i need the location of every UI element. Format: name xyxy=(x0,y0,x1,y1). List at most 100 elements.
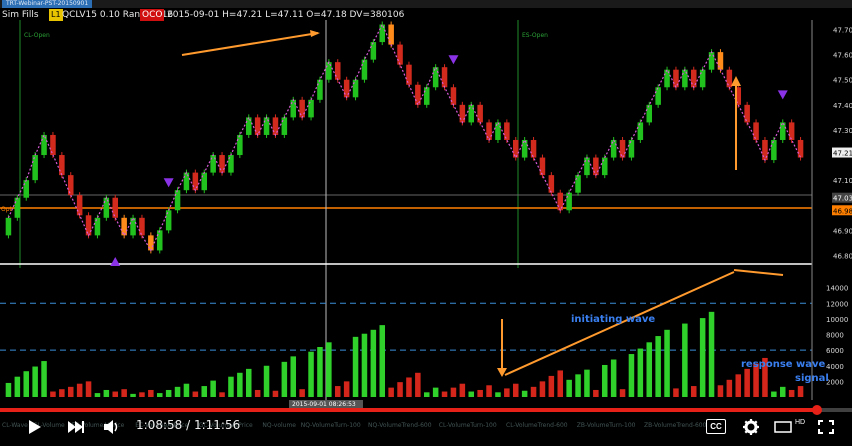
buy-signal-marker xyxy=(110,257,121,266)
price-bar xyxy=(521,139,528,158)
price-bar xyxy=(771,139,777,161)
volume-bar xyxy=(655,336,661,397)
price-bar xyxy=(59,155,65,176)
next-button[interactable] xyxy=(64,414,88,440)
volume-bar xyxy=(744,368,750,397)
volume-button[interactable] xyxy=(101,414,123,440)
sell-signal-marker xyxy=(163,178,174,188)
volume-bar xyxy=(245,368,252,397)
hd-badge: HD xyxy=(795,419,806,426)
volume-bar xyxy=(628,354,635,397)
price-axis-tick: 47.21 xyxy=(833,150,852,158)
volume-bar xyxy=(14,376,21,397)
es-open-label: ES-Open xyxy=(522,32,548,39)
price-bar xyxy=(566,192,572,211)
volume-bar xyxy=(566,379,572,397)
volume-bar xyxy=(557,370,564,397)
price-bar xyxy=(655,87,661,105)
volume-bar xyxy=(495,392,501,397)
volume-bar xyxy=(717,385,724,397)
volume-bar xyxy=(343,381,350,397)
price-bar xyxy=(237,134,243,156)
price-axis-tick: 47.60 xyxy=(833,52,852,60)
price-bar xyxy=(334,62,341,80)
price-bar xyxy=(423,87,430,105)
price-bar xyxy=(548,175,555,193)
volume-bar xyxy=(103,389,110,397)
sell-signal-marker xyxy=(777,90,788,100)
progress-bar[interactable] xyxy=(0,405,852,415)
reversal-arrow-head xyxy=(731,76,741,86)
volume-bar xyxy=(797,386,804,397)
volume-axis: 1400012000100008000600040002000 xyxy=(826,285,848,387)
volume-bar xyxy=(521,390,528,397)
level-line-label: Opt xyxy=(1,206,13,213)
volume-bar xyxy=(575,374,581,397)
volume-bar xyxy=(459,383,466,397)
volume-bar xyxy=(699,318,706,397)
volume-bar xyxy=(237,372,243,397)
volume-bar xyxy=(148,389,154,397)
sell-signal-marker xyxy=(448,55,459,65)
captions-button[interactable]: CC xyxy=(706,419,726,434)
volume-bar xyxy=(788,389,795,397)
volume-bar xyxy=(673,388,679,397)
response-wave-label: response wave xyxy=(741,359,826,370)
settings-button[interactable] xyxy=(740,414,762,440)
wave-line xyxy=(7,23,802,252)
response-wave-line xyxy=(733,269,784,276)
price-volume-chart[interactable]: 47.70 47.60 47.50 47.40 47.30 47.21 47.10 47.03… xyxy=(0,0,852,408)
volume-bar xyxy=(112,391,119,397)
volume-bar xyxy=(50,391,56,397)
time-display: 1:08:58 / 1:11:56 xyxy=(136,418,240,432)
trend-arrow-line xyxy=(181,32,319,56)
volume-bar xyxy=(263,365,270,397)
trend-arrow-head xyxy=(310,30,320,37)
theater-mode-button[interactable] xyxy=(772,414,794,440)
video-frame[interactable]: TRT-Webinar-PST-20150901 Sim Fills L1 QC… xyxy=(0,0,852,446)
volume-bar xyxy=(477,389,483,397)
crosshair-date-label: 2015-09-01 08:26:53 xyxy=(292,401,356,408)
volume-bar xyxy=(468,391,475,397)
volume-axis-tick: 6000 xyxy=(826,347,844,355)
price-axis-tick: 47.50 xyxy=(833,77,852,85)
volume-bar xyxy=(228,376,234,397)
volume-bar xyxy=(59,389,65,397)
volume-bar xyxy=(690,386,697,397)
volume-bar xyxy=(637,348,644,397)
price-axis-tick: 47.10 xyxy=(833,177,852,185)
volume-bar xyxy=(539,381,546,397)
volume-bar xyxy=(94,393,101,397)
volume-bar xyxy=(201,386,208,397)
volume-bar xyxy=(121,389,127,397)
volume-bar xyxy=(290,356,297,397)
volume-bar xyxy=(735,374,742,397)
price-bar xyxy=(379,24,386,43)
volume-bar xyxy=(23,371,30,397)
price-bar xyxy=(14,197,21,218)
volume-bar xyxy=(619,389,626,397)
price-bar xyxy=(5,217,12,236)
price-bar xyxy=(575,175,581,193)
price-bar xyxy=(174,190,181,211)
price-bar xyxy=(441,67,448,88)
volume-bar xyxy=(423,392,430,397)
price-axis-tick: 46.80 xyxy=(833,252,852,260)
volume-bar xyxy=(379,325,386,397)
price-bar xyxy=(139,217,145,236)
fullscreen-icon xyxy=(818,420,834,434)
price-bar xyxy=(788,122,795,140)
volume-bar xyxy=(254,389,261,397)
price-bar xyxy=(779,122,786,140)
volume-axis-tick: 8000 xyxy=(826,332,844,340)
volume-bar xyxy=(317,347,323,397)
volume-bar xyxy=(548,375,555,397)
play-button[interactable] xyxy=(24,414,46,440)
fullscreen-button[interactable] xyxy=(814,414,838,440)
volume-bar xyxy=(450,387,457,397)
volume-bar xyxy=(210,380,216,397)
price-bar xyxy=(76,195,83,216)
initiating-wave-label: initiating wave xyxy=(571,314,655,325)
volume-bar xyxy=(85,381,92,397)
price-axis-tick: 47.30 xyxy=(833,127,852,135)
